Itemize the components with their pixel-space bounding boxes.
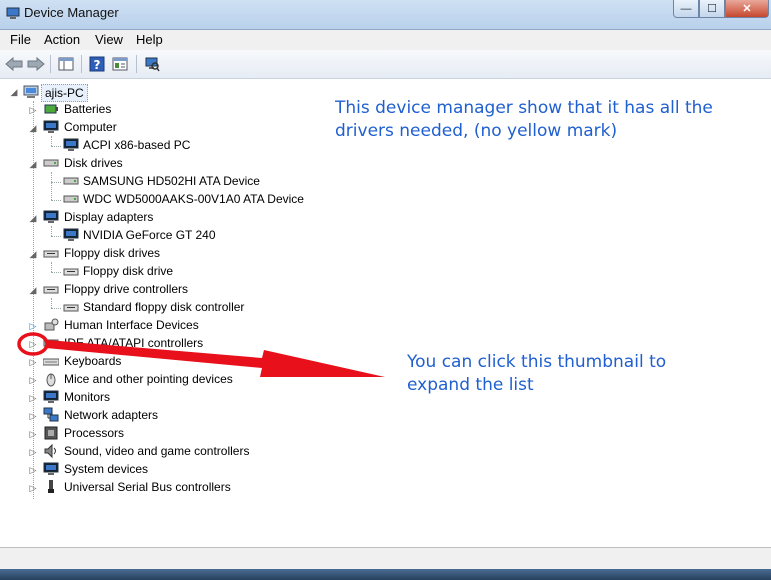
tree-item-display-adapters[interactable]: Display adapters: [64, 209, 153, 225]
tree-item-computer[interactable]: Computer: [64, 119, 117, 135]
expand-arrow-icon[interactable]: ▷: [29, 411, 37, 421]
back-icon[interactable]: [4, 54, 24, 74]
tree-child-acpi[interactable]: ACPI x86-based PC: [83, 137, 190, 153]
collapse-arrow-icon[interactable]: ◢: [29, 285, 37, 295]
computer-icon: [43, 120, 59, 133]
tree-guide: [51, 272, 61, 273]
annotation-line: You can click this thumbnail to: [407, 352, 667, 372]
tree-child-wdc[interactable]: WDC WD5000AAKS-00V1A0 ATA Device: [83, 191, 304, 207]
disk-drive-icon: [43, 159, 59, 167]
floppy-controller-icon: [63, 304, 79, 312]
disk-drive-icon: [63, 195, 79, 203]
toolbar-separator: [136, 55, 137, 73]
tree-item-disk-drives[interactable]: Disk drives: [64, 155, 123, 171]
menu-bar: File Action View Help: [0, 30, 771, 50]
collapse-arrow-icon[interactable]: ◢: [29, 123, 37, 133]
window-controls: — ☐ ✕: [673, 0, 769, 19]
collapse-arrow-icon[interactable]: ◢: [29, 159, 37, 169]
tree-item-network-adapters[interactable]: Network adapters: [64, 407, 158, 423]
annotation-line: drivers needed, (no yellow mark): [335, 121, 618, 141]
tree-guide: [51, 182, 61, 183]
tree-item-batteries[interactable]: Batteries: [64, 101, 111, 117]
battery-icon: [44, 104, 58, 114]
svg-text:?: ?: [94, 58, 101, 72]
minimize-button[interactable]: —: [673, 0, 699, 18]
expand-arrow-icon[interactable]: ▷: [29, 105, 37, 115]
tree-guide: [51, 298, 52, 308]
forward-icon[interactable]: [26, 54, 46, 74]
tree-item-floppy-drive-controllers[interactable]: Floppy drive controllers: [64, 281, 188, 297]
computer-root-icon: [23, 85, 39, 98]
collapse-arrow-icon[interactable]: ◢: [29, 213, 37, 223]
tree-guide: [51, 226, 52, 236]
toolbar-separator: [50, 55, 51, 73]
device-manager-icon: [6, 7, 20, 19]
collapse-arrow-icon[interactable]: ◢: [29, 249, 37, 259]
tree-item-processors[interactable]: Processors: [64, 425, 124, 441]
tree-guide: [51, 146, 61, 147]
annotation-circle: [17, 332, 49, 356]
expand-arrow-icon[interactable]: ▷: [29, 393, 37, 403]
annotation-drivers-note: This device manager show that it has all…: [335, 97, 713, 143]
annotation-line: expand the list: [407, 375, 534, 395]
close-button[interactable]: ✕: [725, 0, 769, 18]
system-icon: [43, 462, 59, 475]
title-bar: Device Manager — ☐ ✕: [0, 0, 771, 30]
tree-child-samsung[interactable]: SAMSUNG HD502HI ATA Device: [83, 173, 260, 189]
taskbar-strip: [0, 569, 771, 580]
tree-guide: [51, 236, 61, 237]
tree-guide: [51, 200, 61, 201]
monitor-icon: [43, 390, 59, 403]
disk-drive-icon: [63, 177, 79, 185]
window-title: Device Manager: [24, 5, 119, 20]
tree-item-sound[interactable]: Sound, video and game controllers: [64, 443, 249, 459]
scan-hardware-icon[interactable]: [142, 54, 162, 74]
floppy-controller-icon: [43, 286, 59, 294]
processor-icon: [44, 426, 58, 440]
menu-action[interactable]: Action: [44, 32, 80, 47]
tree-item-monitors[interactable]: Monitors: [64, 389, 110, 405]
computer-icon: [63, 138, 79, 151]
tree-child-floppy-drive[interactable]: Floppy disk drive: [83, 263, 173, 279]
expand-arrow-icon[interactable]: ▷: [29, 483, 37, 493]
tree-child-nvidia[interactable]: NVIDIA GeForce GT 240: [83, 227, 216, 243]
expand-arrow-icon[interactable]: ▷: [29, 465, 37, 475]
properties-icon[interactable]: [110, 54, 130, 74]
help-icon[interactable]: ?: [87, 54, 107, 74]
expand-arrow-icon[interactable]: ▷: [29, 447, 37, 457]
tree-guide: [51, 136, 52, 146]
tree-child-floppy-controller[interactable]: Standard floppy disk controller: [83, 299, 244, 315]
menu-file[interactable]: File: [10, 32, 31, 47]
menu-view[interactable]: View: [95, 32, 123, 47]
device-tree: ◢ ajis-PC ▷ Batteries ◢ Computer ACPI x8…: [0, 79, 771, 547]
monitor-icon: [43, 210, 59, 223]
status-bar: [0, 547, 771, 570]
tree-guide: [51, 308, 61, 309]
annotation-line: This device manager show that it has all…: [335, 98, 713, 118]
expand-arrow-icon[interactable]: ▷: [29, 429, 37, 439]
floppy-icon: [43, 250, 59, 258]
tree-item-usb[interactable]: Universal Serial Bus controllers: [64, 479, 231, 495]
show-hide-console-tree-icon[interactable]: [56, 54, 76, 74]
tree-guide: [51, 262, 52, 272]
tree-item-floppy-disk-drives[interactable]: Floppy disk drives: [64, 245, 160, 261]
usb-icon: [48, 480, 54, 493]
network-icon: [43, 407, 59, 422]
annotation-arrow: [46, 340, 385, 377]
speaker-icon: [44, 443, 56, 459]
tree-guide: [51, 172, 52, 200]
toolbar-separator: [81, 55, 82, 73]
floppy-icon: [63, 268, 79, 276]
monitor-icon: [63, 228, 79, 241]
tree-item-system-devices[interactable]: System devices: [64, 461, 148, 477]
maximize-button[interactable]: ☐: [699, 0, 725, 18]
toolbar: ?: [0, 50, 771, 79]
menu-help[interactable]: Help: [136, 32, 163, 47]
annotation-expand-note: You can click this thumbnail to expand t…: [407, 351, 666, 397]
annotation-arrow-overlay: [17, 332, 385, 377]
tree-root[interactable]: ajis-PC: [41, 84, 88, 102]
collapse-arrow-icon[interactable]: ◢: [10, 87, 18, 97]
